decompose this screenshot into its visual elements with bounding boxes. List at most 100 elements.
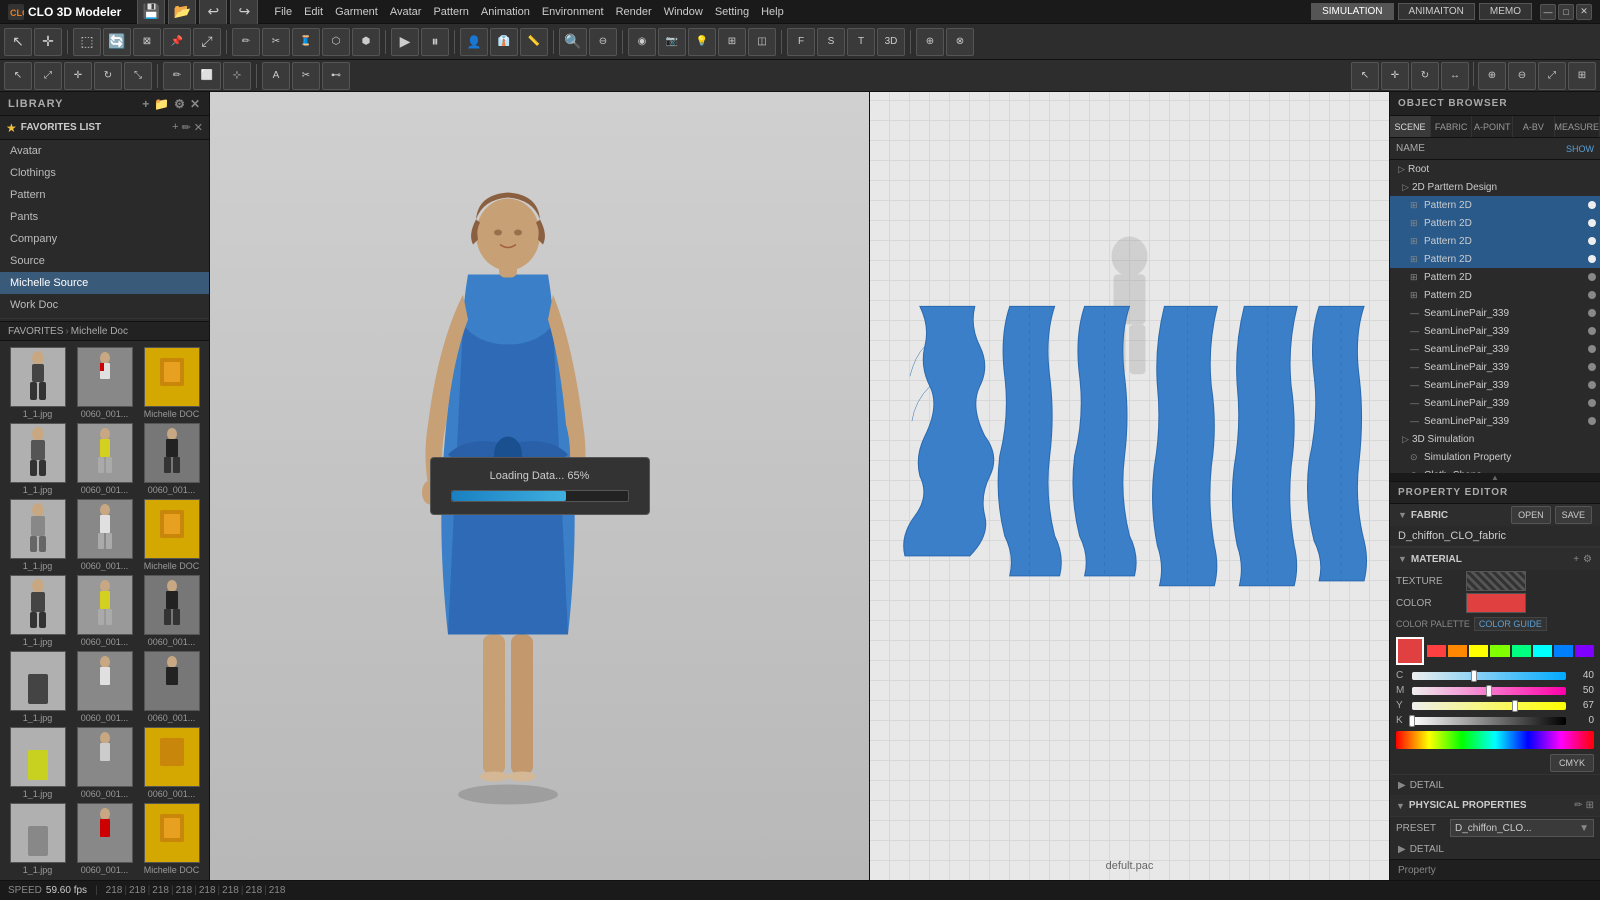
tree-seam-4[interactable]: — SeamLinePair_339 (1390, 358, 1600, 376)
thumb-item[interactable]: 0060_001... (73, 499, 136, 571)
tree-seam-5[interactable]: — SeamLinePair_339 (1390, 376, 1600, 394)
close-button[interactable]: ✕ (1576, 4, 1592, 20)
extra-tool-1[interactable]: ⊗ (946, 28, 974, 56)
color-red[interactable] (1427, 645, 1446, 657)
texture-swatch[interactable] (1466, 571, 1526, 591)
thumb-item[interactable]: 0060_001... (73, 803, 136, 875)
menu-animation[interactable]: Animation (481, 6, 530, 18)
menu-render[interactable]: Render (616, 6, 652, 18)
tab-fabric[interactable]: FABRIC (1431, 116, 1472, 137)
camera-tool[interactable]: 📷 (658, 28, 686, 56)
lib-folder-icon[interactable]: 📁 (154, 97, 170, 111)
tree-pattern-2d-3[interactable]: ⊞ Pattern 2D (1390, 232, 1600, 250)
grid-tool[interactable]: ⊞ (718, 28, 746, 56)
tree-seam-1[interactable]: — SeamLinePair_339 (1390, 304, 1600, 322)
nav-pattern[interactable]: Pattern (0, 184, 209, 206)
menu-file[interactable]: File (274, 6, 292, 18)
2d-move[interactable]: ✛ (1381, 62, 1409, 90)
zoom-in-tool[interactable]: 🔍 (559, 28, 587, 56)
tb2-rotate[interactable]: ↻ (94, 62, 122, 90)
shadow-tool[interactable]: ◫ (748, 28, 776, 56)
memo-button[interactable]: MEMO (1479, 3, 1532, 20)
color-purple[interactable] (1575, 645, 1594, 657)
nav-source[interactable]: Source (0, 250, 209, 272)
thumb-item[interactable]: 0060_001... (73, 347, 136, 419)
2d-fit[interactable]: ⤢ (1538, 62, 1566, 90)
thumb-item[interactable]: 0060_001... (73, 651, 136, 723)
nav-clothings[interactable]: Clothings (0, 162, 209, 184)
color-lime[interactable] (1490, 645, 1509, 657)
material-plus-icon[interactable]: + (1573, 554, 1579, 565)
tb2-move[interactable]: ✛ (64, 62, 92, 90)
snap-tool[interactable]: ⊕ (916, 28, 944, 56)
thumb-item[interactable]: 0060_001... (73, 423, 136, 495)
menu-environment[interactable]: Environment (542, 6, 604, 18)
tb2-draw[interactable]: ✏ (163, 62, 191, 90)
lib-close-icon[interactable]: ✕ (190, 97, 201, 111)
2d-grid[interactable]: ⊞ (1568, 62, 1596, 90)
scale-tool[interactable]: ⊠ (133, 28, 161, 56)
menu-pattern[interactable]: Pattern (433, 6, 468, 18)
sim-run-tool[interactable]: ▶ (391, 28, 419, 56)
thumb-item[interactable]: 1_1.jpg (6, 347, 69, 419)
menu-garment[interactable]: Garment (335, 6, 378, 18)
minimize-button[interactable]: — (1540, 4, 1556, 20)
rotate-tool[interactable]: 🔄 (103, 28, 131, 56)
menu-setting[interactable]: Setting (715, 6, 749, 18)
viewport-2d[interactable]: defult.pac (870, 92, 1390, 880)
color-guide-button[interactable]: COLOR GUIDE (1474, 617, 1547, 631)
library-scroll[interactable]: 1_1.jpg 0060_001... Michelle DOC (0, 341, 209, 880)
measure-tool[interactable]: 📏 (520, 28, 548, 56)
color-orange[interactable] (1448, 645, 1467, 657)
menu-window[interactable]: Window (664, 6, 703, 18)
thumb-item[interactable]: 1_1.jpg (6, 575, 69, 647)
garment-tool[interactable]: 👔 (490, 28, 518, 56)
tab-scene[interactable]: SCENE (1390, 116, 1431, 137)
color-cyan[interactable] (1533, 645, 1552, 657)
tree-2d-pattern-design[interactable]: ▷ 2D Parttern Design (1390, 178, 1600, 196)
nav-michelle-source[interactable]: Michelle Source (0, 272, 209, 294)
sew-tool[interactable]: 🧵 (292, 28, 320, 56)
thumb-item[interactable]: 1_1.jpg (6, 423, 69, 495)
material-settings-icon[interactable]: ⚙ (1583, 554, 1592, 565)
edit-pattern-tool[interactable]: ✏ (232, 28, 260, 56)
view-front[interactable]: F (787, 28, 815, 56)
menu-edit[interactable]: Edit (304, 6, 323, 18)
render-tool[interactable]: ◉ (628, 28, 656, 56)
thumb-item[interactable]: 1_1.jpg (6, 727, 69, 799)
lib-new-icon[interactable]: + (142, 97, 150, 111)
menu-avatar[interactable]: Avatar (390, 6, 422, 18)
nav-pants[interactable]: Pants (0, 206, 209, 228)
preset-value[interactable]: D_chiffon_CLO... ▼ (1450, 819, 1594, 837)
fav-delete-icon[interactable]: ✕ (194, 121, 203, 134)
open-fabric-button[interactable]: OPEN (1511, 506, 1551, 524)
animation-button[interactable]: ANIMAITON (1398, 3, 1475, 20)
color-swatch[interactable] (1466, 593, 1526, 613)
avatar-tool[interactable]: 👤 (460, 28, 488, 56)
save-fabric-button[interactable]: SAVE (1555, 506, 1592, 524)
thumb-item[interactable]: Michelle DOC (140, 499, 203, 571)
thumb-item[interactable]: 1_1.jpg (6, 651, 69, 723)
fold-tool[interactable]: ⬢ (352, 28, 380, 56)
tree-seam-2[interactable]: — SeamLinePair_339 (1390, 322, 1600, 340)
open-icon[interactable]: 📂 (168, 0, 196, 26)
2d-rotate[interactable]: ↻ (1411, 62, 1439, 90)
view-top[interactable]: T (847, 28, 875, 56)
tree-cloth-shape[interactable]: ⊙ Cloth_Shape (1390, 466, 1600, 473)
simulation-button[interactable]: SIMULATION (1311, 3, 1393, 20)
tb2-rect[interactable]: ⬜ (193, 62, 221, 90)
thumb-item[interactable]: Michelle DOC (140, 803, 203, 875)
tree-pattern-2d-2[interactable]: ⊞ Pattern 2D (1390, 214, 1600, 232)
tb2-transform[interactable]: ⤢ (34, 62, 62, 90)
thumb-item[interactable]: 0060_001... (73, 727, 136, 799)
thumb-item[interactable]: 1_1.jpg (6, 803, 69, 875)
thumb-item[interactable]: 1_1.jpg (6, 499, 69, 571)
nav-work-doc[interactable]: Work Doc (0, 294, 209, 316)
tb2-text[interactable]: A (262, 62, 290, 90)
light-tool[interactable]: 💡 (688, 28, 716, 56)
color-spectrum[interactable] (1396, 731, 1594, 749)
tree-root[interactable]: ▷ Root (1390, 160, 1600, 178)
lib-settings-icon[interactable]: ⚙ (174, 97, 186, 111)
tab-measure[interactable]: MEASURE (1555, 116, 1600, 137)
thumb-item[interactable]: Michelle DOC (140, 347, 203, 419)
